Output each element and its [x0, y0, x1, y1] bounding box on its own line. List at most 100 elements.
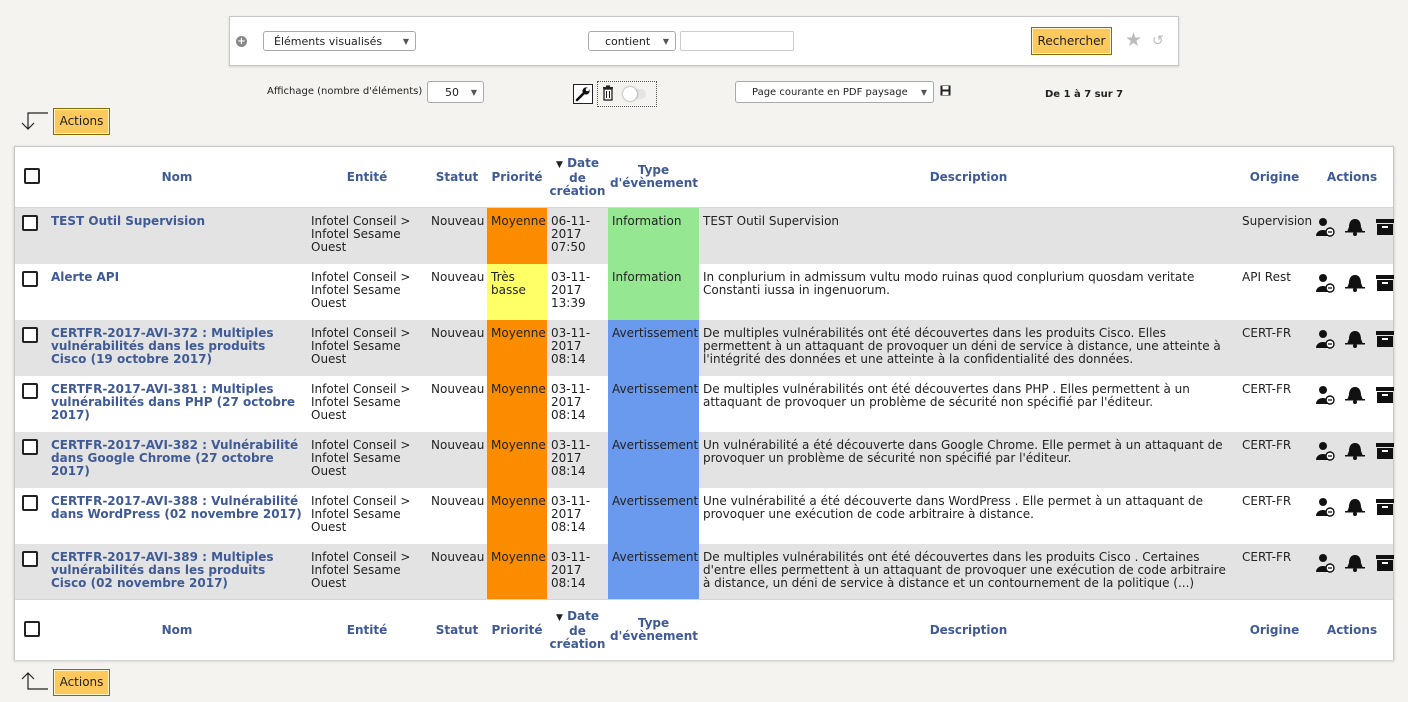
- archive-icon[interactable]: [1375, 441, 1395, 461]
- assign-user-icon[interactable]: [1315, 441, 1335, 461]
- bell-icon[interactable]: [1345, 553, 1365, 573]
- col-priorite-bottom[interactable]: Priorité: [487, 599, 547, 660]
- col-type-line1: Type: [637, 163, 670, 177]
- cell-priorite: Moyenne: [487, 375, 547, 432]
- cell-origine: API Rest: [1238, 263, 1311, 320]
- cell-origine: Supervision: [1238, 207, 1312, 264]
- cell-priorite: Moyenne: [487, 207, 547, 264]
- col-priorite[interactable]: Priorité: [487, 147, 547, 208]
- operator-select-value: contient: [605, 35, 651, 48]
- actions-button-top[interactable]: Actions: [53, 108, 110, 135]
- row-name-link[interactable]: CERTFR-2017-AVI-388 : Vulnérabilité dans…: [51, 494, 303, 521]
- search-button[interactable]: Rechercher: [1031, 27, 1112, 55]
- criteria-select-value: Éléments visualisés: [274, 35, 383, 48]
- reset-icon[interactable]: ↺: [1152, 33, 1164, 49]
- row-checkbox[interactable]: [22, 494, 38, 511]
- col-origine-bottom[interactable]: Origine: [1238, 599, 1311, 660]
- col-date[interactable]: ▼ Date de création: [547, 147, 608, 208]
- col-description[interactable]: Description: [699, 147, 1238, 208]
- export-select[interactable]: Page courante en PDF paysage ▼: [735, 81, 934, 103]
- pagination-info: De 1 à 7 sur 7: [1045, 89, 1124, 100]
- col-type-bottom[interactable]: Type d'évènement: [608, 599, 699, 660]
- assign-user-icon[interactable]: [1315, 497, 1335, 517]
- cell-actions: [1311, 319, 1395, 376]
- cell-entite: Infotel Conseil > Infotel Sesame Ouest: [307, 375, 427, 432]
- archive-icon[interactable]: [1375, 553, 1395, 573]
- archive-icon[interactable]: [1375, 273, 1395, 293]
- bell-icon[interactable]: [1345, 217, 1365, 237]
- assign-user-icon[interactable]: [1315, 385, 1335, 405]
- row-name-link[interactable]: CERTFR-2017-AVI-381 : Multiples vulnérab…: [51, 382, 303, 422]
- row-name-link[interactable]: CERTFR-2017-AVI-382 : Vulnérabilité dans…: [51, 438, 303, 478]
- cell-type: Information: [608, 207, 699, 264]
- assign-user-icon[interactable]: [1315, 273, 1335, 293]
- col-nom-bottom[interactable]: Nom: [47, 599, 307, 660]
- cell-description: Une vulnérabilité a été découverte dans …: [699, 487, 1238, 544]
- row-checkbox[interactable]: [22, 215, 38, 231]
- bell-icon[interactable]: [1345, 273, 1365, 293]
- bell-icon[interactable]: [1345, 497, 1365, 517]
- criteria-select[interactable]: Éléments visualisés ▼: [263, 31, 416, 51]
- results-table: Nom Entité Statut Priorité ▼ Date de créat…: [14, 146, 1394, 660]
- row-name-link[interactable]: Alerte API: [51, 270, 303, 284]
- col-statut[interactable]: Statut: [427, 147, 487, 208]
- table-row: CERTFR-2017-AVI-372 : Multiples vulnérab…: [15, 319, 1395, 376]
- assign-user-icon[interactable]: [1315, 553, 1335, 573]
- row-checkbox[interactable]: [22, 382, 38, 399]
- assign-user-icon[interactable]: [1315, 329, 1335, 349]
- cell-statut: Nouveau: [427, 431, 487, 488]
- toggle-switch[interactable]: [623, 87, 646, 101]
- row-select-cell: [15, 543, 47, 600]
- row-checkbox[interactable]: [22, 326, 38, 343]
- archive-icon[interactable]: [1375, 329, 1395, 349]
- archive-icon[interactable]: [1375, 217, 1395, 237]
- col-description-bottom[interactable]: Description: [699, 599, 1238, 660]
- row-name-link[interactable]: TEST Outil Supervision: [51, 215, 303, 228]
- assign-user-icon[interactable]: [1315, 217, 1335, 237]
- trash-icon[interactable]: [602, 85, 614, 101]
- settings-button[interactable]: [573, 84, 593, 104]
- search-value-input[interactable]: [680, 31, 794, 51]
- cell-date: 03-11-2017 08:14: [547, 487, 608, 544]
- col-entite[interactable]: Entité: [307, 147, 427, 208]
- cell-priorite: Moyenne: [487, 319, 547, 376]
- select-all-checkbox[interactable]: [24, 167, 40, 184]
- table-row: Alerte API Infotel Conseil > Infotel Sesa…: [15, 263, 1395, 320]
- actions-button-bottom[interactable]: Actions: [53, 669, 110, 696]
- cell-date: 03-11-2017 08:14: [547, 375, 608, 432]
- col-type[interactable]: Type d'évènement: [608, 147, 699, 208]
- cell-entite: Infotel Conseil > Infotel Sesame Ouest: [307, 319, 427, 376]
- operator-select[interactable]: contient ▼: [588, 31, 676, 51]
- cell-actions: [1311, 263, 1395, 320]
- col-origine[interactable]: Origine: [1238, 147, 1311, 208]
- cell-type: Avertissement: [608, 543, 699, 600]
- page-size-select[interactable]: 50 ▼: [427, 81, 484, 103]
- col-nom[interactable]: Nom: [47, 147, 307, 208]
- bell-icon[interactable]: [1345, 385, 1365, 405]
- col-date-bottom[interactable]: ▼ Date de création: [547, 599, 608, 660]
- row-name-link[interactable]: CERTFR-2017-AVI-389 : Multiples vulnérab…: [51, 550, 303, 590]
- sort-desc-icon: ▼: [555, 612, 563, 623]
- cell-statut: Nouveau: [427, 375, 487, 432]
- row-checkbox[interactable]: [22, 550, 38, 567]
- row-checkbox[interactable]: [22, 270, 38, 287]
- save-icon[interactable]: [940, 85, 951, 96]
- star-icon[interactable]: ★: [1125, 29, 1142, 51]
- col-entite-bottom[interactable]: Entité: [307, 599, 427, 660]
- select-all-cell: [15, 147, 47, 208]
- bell-icon[interactable]: [1345, 329, 1365, 349]
- cell-date: 06-11-2017 07:50: [547, 207, 608, 264]
- row-name-link[interactable]: CERTFR-2017-AVI-372 : Multiples vulnérab…: [51, 326, 303, 366]
- cell-actions: [1311, 375, 1395, 432]
- select-all-checkbox-bottom[interactable]: [24, 620, 40, 637]
- cell-nom: TEST Outil Supervision: [47, 207, 307, 264]
- row-checkbox[interactable]: [22, 438, 38, 455]
- page-size-value: 50: [445, 86, 459, 99]
- bell-icon[interactable]: [1345, 441, 1365, 461]
- col-date-line1: Date: [567, 608, 600, 623]
- cell-statut: Nouveau: [427, 319, 487, 376]
- archive-icon[interactable]: [1375, 385, 1395, 405]
- archive-icon[interactable]: [1375, 497, 1395, 517]
- plus-icon[interactable]: +: [236, 36, 247, 47]
- col-statut-bottom[interactable]: Statut: [427, 599, 487, 660]
